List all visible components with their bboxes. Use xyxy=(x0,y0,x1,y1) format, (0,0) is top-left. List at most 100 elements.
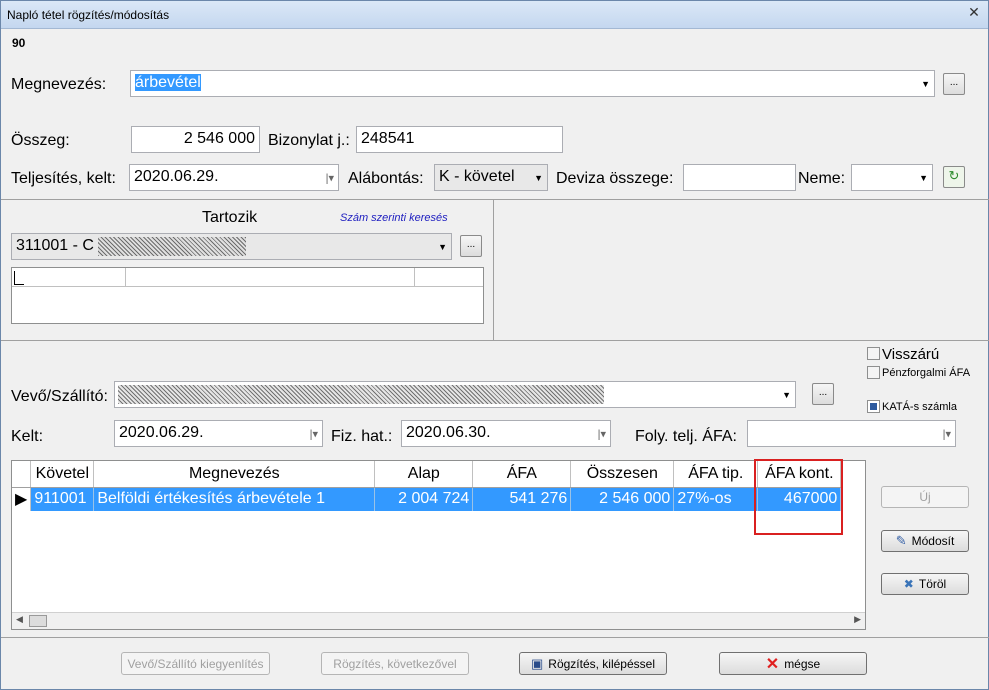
megnevezes-combo[interactable]: árbevétel ▼ xyxy=(130,70,935,97)
tartozik-title: Tartozik xyxy=(202,209,258,226)
calendar-dropdown-icon: |▾ xyxy=(309,428,318,440)
teljesites-label: Teljesítés, kelt: xyxy=(11,170,116,187)
visszaru-label: Visszárú xyxy=(882,346,940,363)
cell-osszesen[interactable]: 2 546 000 xyxy=(570,487,675,511)
horizontal-scrollbar[interactable]: ◀ ▶ xyxy=(12,612,865,629)
subgrid-col-divider xyxy=(414,268,415,287)
alabontas-value: K - követel xyxy=(439,168,515,185)
uj-label: Új xyxy=(919,490,931,504)
refresh-button[interactable]: ↻ xyxy=(943,166,965,188)
rogzites-kilepessel-button[interactable]: ▣ Rögzítés, kilépéssel xyxy=(519,652,667,675)
neme-select[interactable]: ▼ xyxy=(851,164,933,191)
separator xyxy=(1,199,989,200)
calendar-dropdown-icon: |▾ xyxy=(597,428,606,440)
penzforgalmi-label: Pénzforgalmi ÁFA xyxy=(882,367,971,379)
deviza-input[interactable] xyxy=(683,164,796,191)
row-selector[interactable]: ▶ xyxy=(12,487,32,511)
save-icon: ▣ xyxy=(530,655,544,671)
edit-icon: ✎ xyxy=(895,533,907,548)
penzforgalmi-checkbox[interactable] xyxy=(867,366,880,379)
dropdown-icon: |▾ xyxy=(942,428,951,440)
chevron-down-icon: ▼ xyxy=(921,78,930,89)
scroll-left-icon[interactable]: ◀ xyxy=(16,614,23,625)
neme-label: Neme: xyxy=(798,170,846,187)
modosit-button[interactable]: ✎ Módosít xyxy=(881,530,969,552)
entries-grid: Követel Megnevezés Alap ÁFA Összesen ÁFA… xyxy=(11,460,866,630)
rogzites-kovetkezovel-label: Rögzítés, következővel xyxy=(333,656,457,671)
bizonylat-label: Bizonylat j.: xyxy=(268,132,350,149)
kelt-value: 2020.06.29. xyxy=(119,424,204,441)
table-row[interactable]: ▶ 911001 Belföldi értékesítés árbevétele… xyxy=(12,487,842,511)
delete-icon: ✖ xyxy=(903,577,914,591)
chevron-down-icon: ▼ xyxy=(534,172,543,183)
dialog-window: Napló tétel rögzítés/módosítás ✕ 90 Megn… xyxy=(0,0,989,690)
fiz-hat-label: Fiz. hat.: xyxy=(331,428,393,445)
vevo-browse-button[interactable]: ... xyxy=(812,383,834,405)
col-header-afa[interactable]: ÁFA xyxy=(472,461,572,488)
cell-afa[interactable]: 541 276 xyxy=(472,487,572,511)
cell-afa-tip[interactable]: 27%-os xyxy=(673,487,759,511)
scrollbar-thumb[interactable] xyxy=(29,615,47,627)
col-header-osszesen[interactable]: Összesen xyxy=(570,461,675,488)
kiegyenlites-label: Vevő/Szállító kiegyenlítés xyxy=(127,656,264,671)
chevron-down-icon: ▼ xyxy=(438,241,447,252)
szam-kereses-link[interactable]: Szám szerinti keresés xyxy=(340,212,448,224)
uj-button[interactable]: Új xyxy=(881,486,969,508)
fiz-hat-date-picker[interactable]: 2020.06.30. |▾ xyxy=(401,420,611,447)
torol-label: Töröl xyxy=(918,577,947,591)
cell-alap[interactable]: 2 004 724 xyxy=(374,487,474,511)
kelt-label: Kelt: xyxy=(11,428,44,445)
cancel-icon: ✕ xyxy=(765,655,780,673)
record-number: 90 xyxy=(12,36,26,50)
entries-table: Követel Megnevezés Alap ÁFA Összesen ÁFA… xyxy=(12,461,842,511)
alabontas-select[interactable]: K - követel ▼ xyxy=(434,164,548,191)
title-bar: Napló tétel rögzítés/módosítás ✕ xyxy=(1,1,988,29)
separator-vertical xyxy=(493,199,494,341)
col-header-megnevezes[interactable]: Megnevezés xyxy=(93,461,376,488)
col-header-afa-tip[interactable]: ÁFA tip. xyxy=(673,461,759,488)
megnevezes-browse-button[interactable]: ... xyxy=(943,73,965,95)
row-indicator xyxy=(14,271,24,285)
teljesites-date-picker[interactable]: 2020.06.29. |▾ xyxy=(129,164,339,191)
tartozik-account-value: 311001 - C xyxy=(16,237,94,254)
refresh-icon: ↻ xyxy=(948,168,960,183)
close-icon[interactable]: ✕ xyxy=(966,4,982,20)
megnevezes-value: árbevétel xyxy=(135,74,201,91)
rogzites-kovetkezovel-button[interactable]: Rögzítés, következővel xyxy=(321,652,469,675)
vevo-label: Vevő/Szállító: xyxy=(11,388,108,405)
bizonylat-input[interactable]: 248541 xyxy=(356,126,563,153)
kata-checkbox[interactable] xyxy=(867,400,880,413)
cell-megnevezes[interactable]: Belföldi értékesítés árbevétele 1 xyxy=(93,487,376,511)
col-header-kovetel[interactable]: Követel xyxy=(30,461,95,488)
megse-button[interactable]: ✕ mégse xyxy=(719,652,867,675)
col-header-alap[interactable]: Alap xyxy=(374,461,474,488)
foly-telj-select[interactable]: |▾ xyxy=(747,420,956,447)
megnevezes-label: Megnevezés: xyxy=(11,76,107,93)
kiegyenlites-button[interactable]: Vevő/Szállító kiegyenlítés xyxy=(121,652,270,675)
separator xyxy=(1,340,989,341)
calendar-dropdown-icon: |▾ xyxy=(325,172,334,184)
separator xyxy=(1,637,989,638)
torol-button[interactable]: ✖ Töröl xyxy=(881,573,969,595)
fiz-hat-value: 2020.06.30. xyxy=(406,424,491,441)
chevron-down-icon: ▼ xyxy=(782,389,791,400)
window-title: Napló tétel rögzítés/módosítás xyxy=(7,8,170,22)
alabontas-label: Alábontás: xyxy=(348,170,424,187)
grid-header-row: Követel Megnevezés Alap ÁFA Összesen ÁFA… xyxy=(12,461,842,488)
osszeg-input[interactable]: 2 546 000 xyxy=(131,126,260,153)
cell-kovetel[interactable]: 911001 xyxy=(30,487,95,511)
row-header-cell xyxy=(12,461,32,488)
highlight-box xyxy=(754,459,843,535)
redacted-area xyxy=(118,385,604,404)
kata-label: KATÁ-s számla xyxy=(882,401,957,413)
foly-telj-label: Foly. telj. ÁFA: xyxy=(635,428,737,445)
modosit-label: Módosít xyxy=(911,534,955,548)
subgrid-col-divider xyxy=(125,268,126,287)
tartozik-browse-button[interactable]: ... xyxy=(460,235,482,257)
osszeg-label: Összeg: xyxy=(11,132,70,149)
scroll-right-icon[interactable]: ▶ xyxy=(854,614,861,625)
visszaru-checkbox[interactable] xyxy=(867,347,880,360)
kelt-date-picker[interactable]: 2020.06.29. |▾ xyxy=(114,420,323,447)
tartozik-subgrid xyxy=(11,267,484,324)
megse-label: mégse xyxy=(784,656,821,671)
